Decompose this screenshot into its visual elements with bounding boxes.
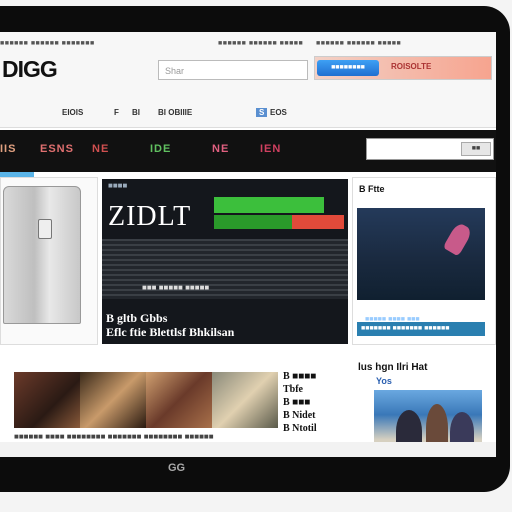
top-link[interactable]: ■■■■■■ ■■■■■■ ■■■■■■■	[0, 40, 95, 47]
headline-item[interactable]: B Nidet	[283, 409, 353, 422]
search-button[interactable]: ■■	[461, 142, 491, 156]
search-input[interactable]: Shar	[158, 60, 308, 80]
red-block	[292, 215, 344, 229]
nav-item[interactable]: EOS	[270, 108, 287, 117]
nav-item[interactable]: EIOIS	[62, 108, 83, 117]
thumbnail[interactable]	[14, 372, 80, 428]
site-logo[interactable]: DIGG	[2, 56, 58, 83]
category-link[interactable]: NE	[212, 143, 229, 155]
nav-bar: EIOIS F BI BI OBIIIE S EOS	[0, 108, 496, 122]
nav-tab-active[interactable]: S	[256, 108, 268, 117]
headline-item[interactable]: B ■■■	[283, 396, 353, 409]
featured-story[interactable]: ■■■■ ZIDLT ■■■ ■■■■■ ■■■■■ B gltb Gbbs E…	[102, 179, 348, 344]
browser-screen: ■■■■■■ ■■■■■■ ■■■■■■■ ■■■■■■ ■■■■■■ ■■■■…	[0, 32, 496, 457]
category-link[interactable]: ESNS	[40, 143, 74, 155]
headline-list: B ■■■■ Tbfe B ■■■ B Nidet B Ntotil	[283, 370, 353, 435]
sidebar-image[interactable]: ■■■■■ ■■■■ ■■■	[357, 208, 485, 323]
top-link[interactable]: ■■■■■■ ■■■■■■ ■■■■■	[218, 40, 303, 47]
product-image[interactable]	[0, 177, 98, 345]
banner-text: ROISOLTE	[391, 62, 432, 71]
sidebar-title[interactable]: B Ftte	[359, 184, 385, 194]
site-header: ■■■■■■ ■■■■■■ ■■■■■■■ ■■■■■■ ■■■■■■ ■■■■…	[0, 32, 496, 128]
category-link[interactable]: NE	[92, 143, 109, 155]
nav-item[interactable]: F	[114, 108, 119, 117]
headline-item[interactable]: Tbfe	[283, 383, 353, 396]
headline-item[interactable]: B ■■■■	[283, 370, 353, 383]
fridge-handle	[38, 219, 52, 239]
thumbnail[interactable]	[146, 372, 212, 428]
sidebar-panel: B Ftte ■■■■■ ■■■■ ■■■ ■■■■■■■ ■■■■■■■ ■■…	[352, 177, 496, 345]
category-bar: IIS ESNS NE IDE NE IEN ■■	[0, 130, 496, 172]
thumbnail[interactable]	[212, 372, 278, 428]
top-link[interactable]: ■■■■■■ ■■■■■■ ■■■■■	[316, 40, 401, 47]
feature-caption[interactable]: B gltb Gbbs Eflc ftie Blettlsf Bhkilsan	[106, 311, 234, 339]
category-link[interactable]: IEN	[260, 143, 281, 155]
figure-shape	[442, 221, 474, 257]
feature-caption-line: B gltb Gbbs	[106, 311, 168, 325]
category-link[interactable]: IDE	[150, 143, 171, 155]
feature-stats: ■■■ ■■■■■ ■■■■■	[142, 283, 210, 292]
headline-item[interactable]: B Ntotil	[283, 422, 353, 435]
nav-item[interactable]: BI OBIIIE	[158, 108, 192, 117]
banner-button[interactable]: ■■■■■■■■	[317, 60, 379, 76]
feature-caption-line: Eflc ftie Blettlsf Bhkilsan	[106, 325, 235, 339]
sidebar-link-bar[interactable]: ■■■■■■■ ■■■■■■■ ■■■■■■	[357, 322, 485, 336]
green-block	[214, 197, 324, 213]
thumbnail-caption: ■■■■■■ ■■■■ ■■■■■■■■ ■■■■■■■ ■■■■■■■■ ■■…	[14, 432, 214, 441]
nav-item[interactable]: BI	[132, 108, 140, 117]
secondary-search-input[interactable]: ■■	[366, 138, 494, 160]
bottom-strip	[0, 442, 496, 457]
home-button[interactable]: GG	[168, 462, 185, 474]
feature-background	[102, 239, 348, 299]
feature-title: ZIDLT	[108, 201, 192, 232]
top-links: ■■■■■■ ■■■■■■ ■■■■■■■ ■■■■■■ ■■■■■■ ■■■■…	[0, 40, 496, 52]
news-subtitle: Yos	[376, 376, 392, 386]
thumbnail[interactable]	[80, 372, 146, 428]
news-title[interactable]: lus hgn Ilri Hat	[358, 362, 427, 373]
category-link[interactable]: IIS	[0, 143, 16, 155]
fridge-image	[3, 186, 81, 324]
feature-label: ■■■■	[108, 181, 128, 190]
thumbnail-row	[14, 372, 280, 428]
ad-banner[interactable]: ■■■■■■■■ ROISOLTE	[314, 56, 492, 80]
